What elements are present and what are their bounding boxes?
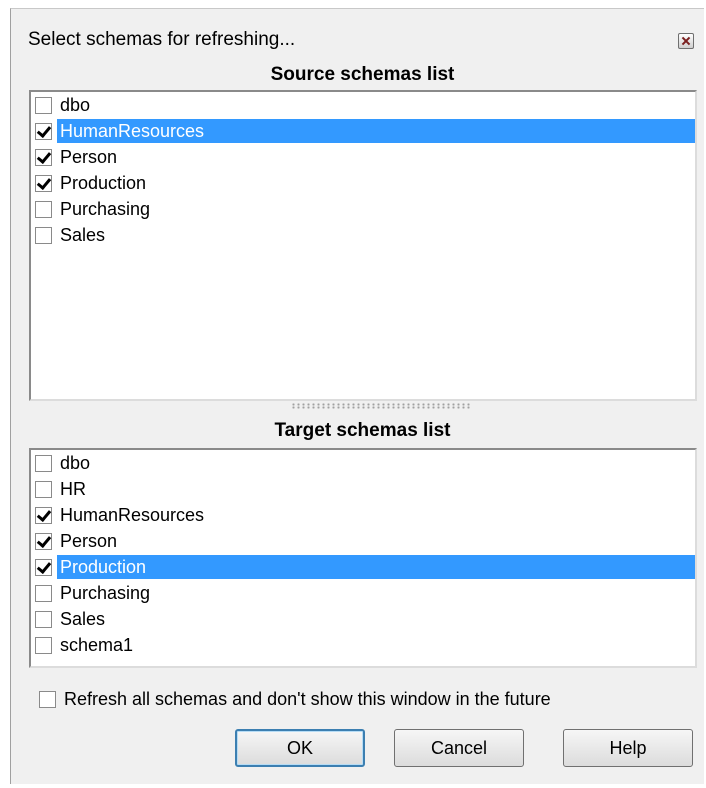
- schema-checkbox[interactable]: [35, 480, 52, 498]
- schema-checkbox[interactable]: [35, 226, 52, 244]
- splitter-handle[interactable]: [291, 403, 471, 409]
- schema-label: Person: [60, 147, 118, 167]
- ok-button[interactable]: OK: [235, 729, 365, 767]
- list-item[interactable]: Purchasing: [31, 196, 695, 222]
- schema-label: dbo: [60, 95, 91, 115]
- schema-label: Production: [57, 555, 695, 579]
- schema-label: Purchasing: [60, 199, 151, 219]
- list-item[interactable]: Purchasing: [31, 580, 695, 606]
- close-icon[interactable]: [678, 33, 694, 49]
- schema-checkbox[interactable]: [35, 584, 52, 602]
- refresh-all-label: Refresh all schemas and don't show this …: [64, 689, 551, 709]
- schema-checkbox[interactable]: [35, 174, 52, 192]
- schema-checkbox[interactable]: [35, 96, 52, 114]
- schema-label: schema1: [60, 635, 134, 655]
- schema-label: Person: [60, 531, 118, 551]
- schema-checkbox[interactable]: [35, 200, 52, 218]
- schema-checkbox[interactable]: [35, 636, 52, 654]
- schema-label: HumanResources: [57, 119, 695, 143]
- schema-checkbox[interactable]: [35, 506, 52, 524]
- list-item[interactable]: Person: [31, 528, 695, 554]
- target-schemas-listbox[interactable]: dbo HR HumanResources Person Production Purch…: [29, 448, 697, 668]
- source-schemas-title: Source schemas list: [270, 64, 455, 85]
- list-item[interactable]: Person: [31, 144, 695, 170]
- list-item[interactable]: Production: [31, 170, 695, 196]
- list-item[interactable]: dbo: [31, 450, 695, 476]
- schema-checkbox[interactable]: [35, 454, 52, 472]
- schema-checkbox[interactable]: [35, 148, 52, 166]
- schema-checkbox[interactable]: [35, 532, 52, 550]
- schema-label: Production: [60, 173, 147, 193]
- schema-checkbox[interactable]: [35, 610, 52, 628]
- schema-label: HumanResources: [60, 505, 205, 525]
- schema-label: HR: [60, 479, 86, 499]
- schema-label: Sales: [60, 609, 106, 629]
- schema-checkbox[interactable]: [35, 558, 52, 576]
- cancel-button[interactable]: Cancel: [394, 729, 524, 767]
- list-item[interactable]: Production: [31, 554, 695, 580]
- refresh-all-option[interactable]: Refresh all schemas and don't show this …: [39, 689, 551, 710]
- list-item[interactable]: HumanResources: [31, 118, 695, 144]
- schema-label: dbo: [60, 453, 91, 473]
- title-bar[interactable]: Select schemas for refreshing...: [11, 9, 704, 61]
- schema-label: Purchasing: [60, 583, 151, 603]
- list-item[interactable]: HumanResources: [31, 502, 695, 528]
- help-button[interactable]: Help: [563, 729, 693, 767]
- source-schemas-listbox[interactable]: dbo HumanResources Person Production Purchas…: [29, 90, 697, 401]
- schema-checkbox[interactable]: [35, 122, 52, 140]
- schema-label: Sales: [60, 225, 106, 245]
- list-item[interactable]: Sales: [31, 222, 695, 248]
- list-item[interactable]: Sales: [31, 606, 695, 632]
- dialog-window: Select schemas for refreshing... Source …: [10, 8, 704, 784]
- window-title: Select schemas for refreshing...: [28, 29, 296, 50]
- refresh-all-checkbox[interactable]: [39, 691, 56, 708]
- list-item[interactable]: dbo: [31, 92, 695, 118]
- list-item[interactable]: HR: [31, 476, 695, 502]
- list-item[interactable]: schema1: [31, 632, 695, 658]
- target-schemas-title: Target schemas list: [274, 420, 451, 441]
